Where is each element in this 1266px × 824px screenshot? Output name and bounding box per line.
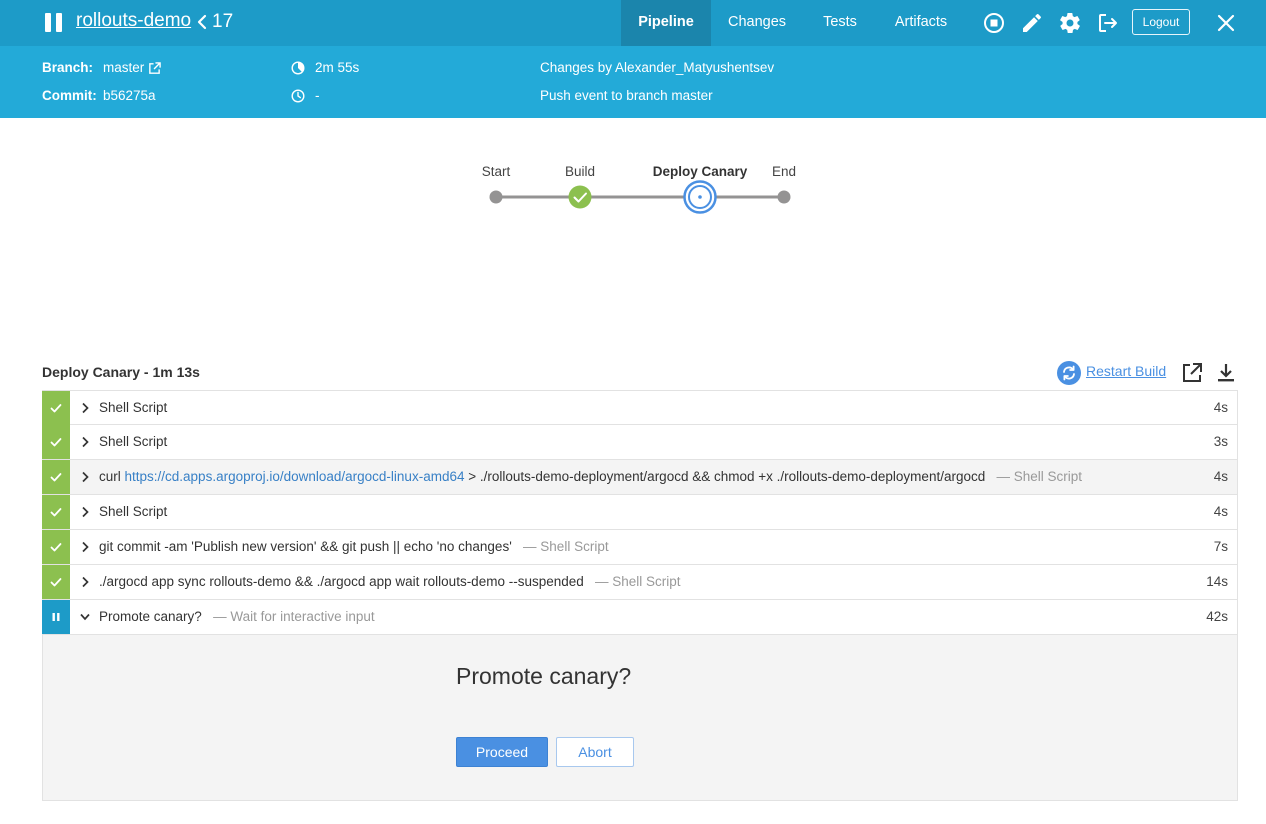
step-description: Promote canary? — Wait for interactive i… [99,609,375,624]
step-status-success [42,495,70,529]
changes-by: Changes by Alexander_Matyushentsev [540,60,775,75]
chevron-right-icon[interactable] [80,576,90,588]
step-type: — Shell Script [595,574,681,589]
step-type: — Wait for interactive input [213,609,375,624]
top-bar: rollouts-demo 17 Pipeline Changes Tests … [0,0,1266,46]
step-description: curl https://cd.apps.argoproj.io/downloa… [99,469,1083,484]
graph-node-start [489,190,503,204]
step-row[interactable]: Shell Script 3s [42,425,1238,460]
step-row[interactable]: Promote canary? — Wait for interactive i… [42,600,1238,635]
duration-icon [291,61,305,75]
input-panel: Promote canary? Proceed Abort [42,635,1238,801]
step-type: — Shell Script [996,469,1083,484]
step-status-paused [42,600,70,634]
open-external-icon[interactable] [1181,362,1203,384]
stop-icon[interactable] [982,11,1006,35]
edit-icon[interactable] [1020,11,1044,35]
step-duration: 4s [1213,469,1228,484]
checkmark-icon [50,438,62,447]
checkmark-icon [50,508,62,517]
restart-icon[interactable] [1056,360,1082,386]
graph-node-build[interactable] [568,185,592,209]
pipeline-graph [489,180,791,214]
commit-value: b56275a [103,88,156,103]
input-message: Promote canary? [456,663,632,689]
checkmark-icon [50,473,62,482]
step-status-success [42,425,70,459]
run-cause: Push event to branch master [540,88,713,103]
abort-button[interactable]: Abort [556,737,634,767]
step-description: Shell Script [99,504,168,519]
external-link-icon[interactable] [148,62,161,75]
step-duration: 4s [1213,400,1228,415]
checkmark-icon [50,578,62,587]
step-row[interactable]: Shell Script 4s [42,390,1238,425]
branch-value[interactable]: master [103,60,144,75]
step-row[interactable]: ./argocd app sync rollouts-demo && ./arg… [42,565,1238,600]
step-row[interactable]: git commit -am 'Publish new version' && … [42,530,1238,565]
checkmark-icon [50,404,62,413]
step-duration: 3s [1213,434,1228,449]
restart-build-link[interactable]: Restart Build [1086,363,1166,379]
step-row[interactable]: Shell Script 4s [42,495,1238,530]
step-status-success [42,565,70,599]
step-duration: 42s [1206,609,1228,624]
step-duration: 7s [1213,539,1228,554]
run-number: 17 [212,11,234,32]
tab-changes[interactable]: Changes [718,0,796,46]
chevron-right-icon[interactable] [80,506,90,518]
chevron-right-icon[interactable] [80,471,90,483]
chevron-down-icon[interactable] [80,611,90,623]
pause-icon [52,613,60,621]
tab-artifacts[interactable]: Artifacts [884,0,958,46]
step-list: Shell Script 4s Shell Script 3s curl htt… [42,390,1238,801]
step-row[interactable]: curl https://cd.apps.argoproj.io/downloa… [42,460,1238,495]
step-description: ./argocd app sync rollouts-demo && ./arg… [99,574,681,589]
step-description: git commit -am 'Publish new version' && … [99,539,609,554]
chevron-left-icon[interactable] [196,12,208,32]
graph-node-deploy-canary[interactable] [683,180,717,214]
download-url-link[interactable]: https://cd.apps.argoproj.io/download/arg… [125,469,465,484]
step-duration: 14s [1206,574,1228,589]
step-type: — Shell Script [523,539,609,554]
step-status-success [42,460,70,494]
tab-pipeline[interactable]: Pipeline [621,0,711,46]
pause-icon [45,13,63,32]
step-duration: 4s [1213,504,1228,519]
gear-icon[interactable] [1058,11,1082,35]
pipeline-name-link[interactable]: rollouts-demo [76,10,191,32]
tab-tests[interactable]: Tests [810,0,870,46]
download-icon[interactable] [1215,362,1237,384]
exit-icon[interactable] [1096,11,1120,35]
step-status-success [42,530,70,564]
checkmark-icon [50,543,62,552]
run-started: - [315,88,320,103]
running-icon [698,195,702,199]
chevron-right-icon[interactable] [80,402,90,414]
chevron-right-icon[interactable] [80,436,90,448]
run-duration: 2m 55s [315,60,360,75]
stage-title: Deploy Canary - 1m 13s [42,364,200,380]
graph-node-end [777,190,791,204]
clock-icon [291,89,305,103]
commit-label: Commit: [42,88,97,103]
run-info-bar: Branch: master Commit: b56275a 2m 55s - … [0,46,1266,118]
logout-button[interactable]: Logout [1132,9,1190,35]
proceed-button[interactable]: Proceed [456,737,548,767]
chevron-right-icon[interactable] [80,541,90,553]
step-description: Shell Script [99,400,168,415]
close-icon[interactable] [1214,11,1238,35]
branch-label: Branch: [42,60,94,75]
step-description: Shell Script [99,434,168,449]
step-status-success [42,391,70,425]
